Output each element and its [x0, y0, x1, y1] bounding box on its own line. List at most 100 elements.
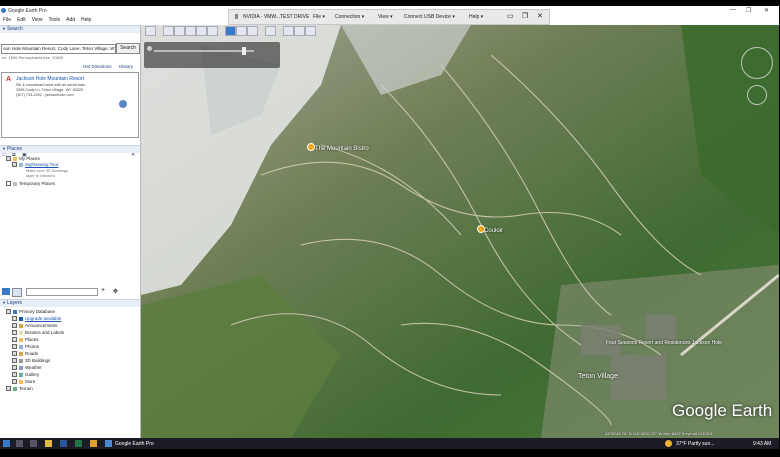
vm-menu-usb[interactable]: Connect USB Device ▾ [404, 14, 455, 20]
clock[interactable]: 9:43 AM [753, 441, 771, 447]
polygon-icon[interactable] [174, 26, 185, 36]
layers-header[interactable]: ▼ Layers [0, 299, 140, 307]
start-icon[interactable] [3, 440, 10, 447]
map-label-four-seasons[interactable]: Four Seasons Resort and Residences Jacks… [606, 340, 722, 346]
menu-file[interactable]: File [3, 17, 11, 23]
panel-toggle-icon[interactable] [12, 288, 22, 297]
map-label-couloir[interactable]: Couloir [484, 228, 503, 234]
vm-menu-help[interactable]: Help ▾ [469, 14, 483, 20]
checkbox[interactable] [12, 358, 17, 364]
slider-handle[interactable] [242, 47, 246, 55]
search-input[interactable]: oon Hole Mountain Resort, Cody Lane, Tet… [1, 44, 116, 54]
layer-item[interactable]: Photos [12, 344, 39, 350]
path-icon[interactable] [185, 26, 196, 36]
minimize-icon[interactable]: ▭ [507, 12, 514, 20]
placemark-pin[interactable] [307, 143, 315, 151]
layer-item[interactable]: More [12, 379, 35, 385]
layer-label: Gallery [25, 372, 40, 377]
placemark-icon[interactable] [163, 26, 174, 36]
layer-item[interactable]: Announcements [12, 323, 58, 329]
checkbox[interactable] [6, 156, 11, 162]
layer-item[interactable]: Primary Database [6, 309, 55, 315]
planet-icon[interactable] [247, 26, 258, 36]
menu-tools[interactable]: Tools [48, 17, 60, 23]
checkbox[interactable] [12, 365, 17, 371]
layer-item[interactable]: Places [12, 337, 39, 343]
checkbox[interactable] [12, 162, 17, 168]
tour-record-icon[interactable] [207, 26, 218, 36]
word-icon[interactable] [60, 440, 67, 447]
get-directions-link[interactable]: Get Directions [83, 64, 112, 69]
add-button[interactable]: + [101, 287, 105, 294]
checkbox[interactable] [12, 316, 17, 322]
tree-item-sightseeing[interactable]: Sightseeing Tour [12, 162, 58, 168]
menu-add[interactable]: Add [66, 17, 75, 23]
layer-item[interactable]: Terrain [6, 386, 33, 392]
vm-menu-connection[interactable]: Connection ▾ [335, 14, 364, 20]
checkbox[interactable] [12, 330, 17, 336]
email-icon[interactable] [283, 26, 294, 36]
sun-icon[interactable] [236, 26, 247, 36]
menu-view[interactable]: View [32, 17, 43, 23]
search-icon[interactable] [16, 440, 23, 447]
menu-help[interactable]: Help [81, 17, 91, 23]
move-button[interactable]: ✥ [113, 288, 118, 295]
historical-imagery-icon[interactable] [225, 26, 236, 36]
earth-viewport[interactable]: The Mountain Bistro Couloir Four Seasons… [141, 25, 779, 438]
close-button[interactable]: ✕ [764, 7, 769, 14]
layer-item[interactable]: Gallery [12, 372, 40, 378]
menu-edit[interactable]: Edit [17, 17, 26, 23]
checkbox[interactable] [12, 372, 17, 378]
checkbox[interactable] [12, 323, 17, 329]
search-places-icon[interactable] [2, 288, 10, 295]
taskbar-app-google-earth[interactable]: Google Earth Pro [115, 441, 154, 447]
checkbox[interactable] [12, 337, 17, 343]
excel-icon[interactable] [75, 440, 82, 447]
places-header[interactable]: ▼ Places [0, 145, 140, 153]
checkbox[interactable] [12, 379, 17, 385]
status-bar: 43°36'45.70" N 110°49'22.37" W elev 6487… [605, 431, 713, 436]
chrome-icon[interactable] [90, 440, 97, 447]
save-image-icon[interactable] [305, 26, 316, 36]
satellite-terrain [141, 25, 779, 438]
overlay-icon[interactable] [196, 26, 207, 36]
layer-item[interactable]: Upgrade available [12, 316, 61, 322]
result-title[interactable]: Jackson Hole Mountain Resort [16, 76, 84, 82]
restore-icon[interactable]: ❐ [522, 12, 528, 20]
layer-item[interactable]: 3D Buildings [12, 358, 50, 364]
task-view-icon[interactable] [30, 440, 37, 447]
places-filter-input[interactable] [26, 288, 98, 296]
sidebar-toggle-icon[interactable] [145, 26, 156, 36]
tree-item-temporary-places[interactable]: Temporary Places [6, 181, 55, 187]
map-label-bistro[interactable]: The Mountain Bistro [315, 146, 369, 152]
globe-icon[interactable] [119, 100, 127, 108]
checkbox[interactable] [6, 309, 11, 315]
layer-label: Roads [25, 351, 39, 356]
ruler-icon[interactable] [265, 26, 276, 36]
search-button[interactable]: Search [116, 43, 140, 54]
checkbox[interactable] [6, 181, 11, 187]
file-explorer-icon[interactable] [45, 440, 52, 447]
maximize-button[interactable]: ❐ [746, 7, 751, 14]
print-icon[interactable] [294, 26, 305, 36]
close-icon[interactable]: ✕ [537, 12, 543, 20]
google-earth-icon[interactable] [105, 440, 112, 447]
zoom-control-icon[interactable] [747, 85, 767, 105]
history-link[interactable]: History [119, 64, 133, 69]
layer-item[interactable]: Roads [12, 351, 39, 357]
minimize-button[interactable]: — [730, 7, 736, 13]
checkbox[interactable] [12, 351, 17, 357]
layer-item[interactable]: Borders and Labels [12, 330, 64, 336]
checkbox[interactable] [12, 344, 17, 350]
weather-text[interactable]: 37°F Partly sun... [676, 441, 714, 447]
map-label-teton-village[interactable]: Teton Village [578, 373, 618, 380]
compass-icon[interactable] [741, 47, 773, 79]
time-slider[interactable] [144, 42, 282, 68]
checkbox[interactable] [6, 386, 11, 392]
tree-item-my-places[interactable]: My Places [6, 156, 40, 162]
slider-track[interactable] [154, 50, 254, 52]
vm-menu-file[interactable]: File ▾ [313, 14, 325, 20]
layer-item[interactable]: Weather [12, 365, 42, 371]
vm-menu-view[interactable]: View ▾ [378, 14, 393, 20]
search-header[interactable]: ▼ Search [0, 25, 140, 33]
